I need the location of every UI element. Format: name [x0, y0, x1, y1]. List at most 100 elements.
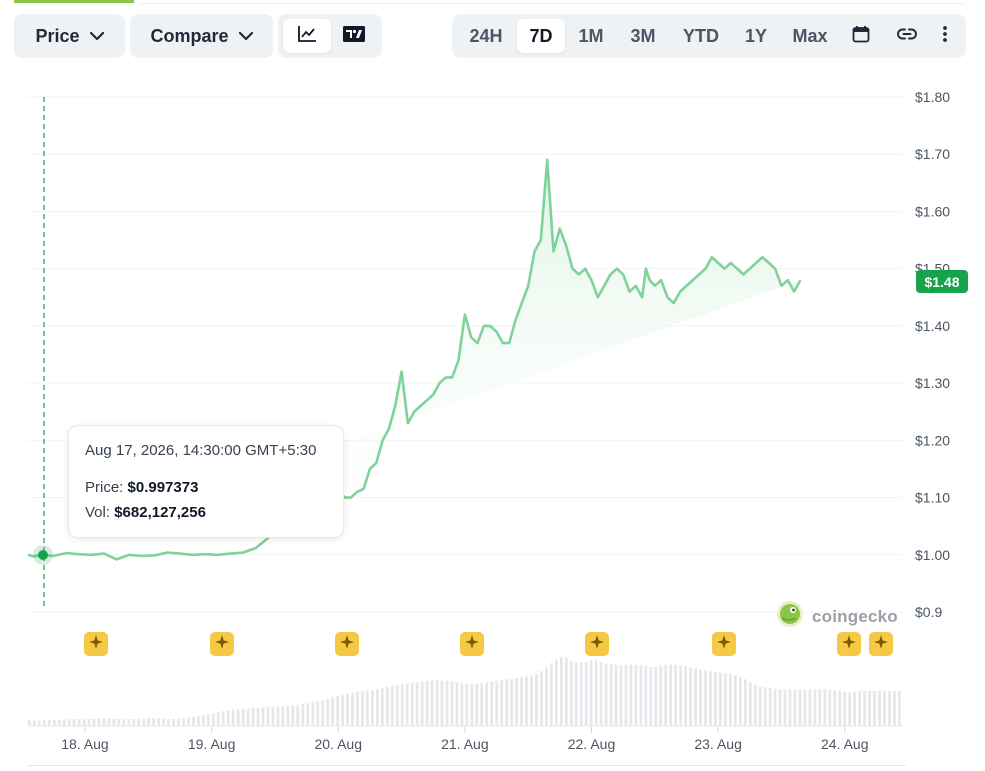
y-tick-label: $1.40: [915, 318, 950, 334]
volume-bar: [371, 690, 374, 726]
event-marker[interactable]: [869, 632, 893, 656]
volume-bar: [42, 720, 46, 726]
volume-bar: [719, 672, 722, 726]
sparkle-icon: [874, 634, 888, 654]
volume-bar: [366, 690, 369, 726]
volume-bar: [738, 676, 742, 726]
volume-bar: [202, 715, 205, 726]
volume-bar: [858, 691, 861, 726]
tooltip-volume-row: Vol: $682,127,256: [85, 504, 327, 521]
volume-bar: [112, 718, 116, 726]
sparkle-icon: [465, 634, 479, 654]
volume-bar: [455, 682, 459, 726]
sparkle-icon: [842, 634, 856, 654]
price-tooltip: Aug 17, 2026, 14:30:00 GMT+5:30 Price: $…: [68, 425, 344, 538]
volume-bar: [674, 664, 678, 726]
volume-bar: [624, 665, 628, 726]
volume-bar: [117, 719, 121, 726]
volume-bar: [226, 710, 230, 726]
volume-bar: [535, 673, 538, 726]
volume-bar: [500, 680, 504, 726]
volume-bar: [540, 671, 543, 726]
volume-bar: [803, 689, 807, 726]
tooltip-volume-value: $682,127,256: [114, 504, 206, 521]
event-marker[interactable]: [84, 632, 108, 656]
volume-bar: [604, 663, 608, 726]
tooltip-volume-label: Vol:: [85, 504, 111, 521]
volume-bar: [251, 708, 255, 726]
volume-bar: [743, 679, 747, 726]
volume-bar: [684, 666, 687, 726]
volume-bar: [440, 680, 444, 726]
volume-bar: [490, 681, 494, 726]
volume-bar: [525, 676, 528, 726]
current-price-badge: $1.48: [916, 270, 968, 293]
y-tick-label: $1.20: [915, 432, 950, 448]
event-marker[interactable]: [210, 632, 234, 656]
volume-bar: [813, 689, 817, 726]
volume-bar: [380, 688, 384, 726]
volume-bar: [261, 707, 265, 726]
price-chart[interactable]: $1.80$1.70$1.60$1.50$1.40$1.30$1.20$1.10…: [0, 0, 985, 771]
volume-bar: [788, 689, 792, 726]
volume-bar: [848, 692, 852, 726]
x-tick-label: 22. Aug: [568, 736, 616, 752]
tooltip-price-row: Price: $0.997373: [85, 479, 327, 496]
x-tick-label: 20. Aug: [314, 736, 362, 752]
volume-bar: [753, 684, 757, 726]
volume-bar: [778, 689, 782, 726]
event-marker[interactable]: [837, 632, 861, 656]
volume-bar: [763, 687, 767, 726]
volume-bar: [177, 718, 180, 726]
volume-bar: [460, 683, 464, 726]
volume-bar: [341, 695, 344, 726]
volume-bar: [395, 685, 399, 726]
event-marker[interactable]: [585, 632, 609, 656]
volume-bar: [808, 689, 812, 726]
volume-bar: [470, 684, 474, 726]
volume-bar: [206, 714, 210, 726]
volume-bar: [709, 671, 712, 726]
chart-bottom-border: [28, 765, 906, 766]
volume-bar: [410, 682, 414, 726]
volume-bar: [82, 719, 86, 726]
volume-bar: [783, 689, 787, 726]
volume-bar: [281, 706, 285, 726]
x-tick-label: 18. Aug: [61, 736, 109, 752]
sparkle-icon: [340, 634, 354, 654]
volume-bar: [798, 689, 802, 726]
volume-bar: [594, 660, 598, 726]
volume-bar: [306, 703, 310, 726]
coingecko-logo-icon: [776, 600, 804, 633]
volume-bar: [102, 718, 106, 726]
volume-bar: [311, 702, 315, 726]
volume-bar: [167, 719, 170, 726]
volume-bar: [316, 701, 320, 726]
volume-bar: [510, 678, 513, 726]
volume-bar: [445, 680, 449, 726]
sparkle-icon: [590, 634, 604, 654]
volume-bar: [639, 665, 643, 726]
event-marker[interactable]: [712, 632, 736, 656]
volume-bar: [773, 688, 777, 726]
volume-bar: [425, 680, 429, 726]
y-tick-label: $1.00: [915, 547, 950, 563]
volume-bar: [271, 706, 275, 726]
volume-bar: [689, 667, 692, 726]
volume-bar: [554, 659, 558, 726]
volume-bar: [888, 691, 891, 726]
volume-bar: [276, 706, 280, 726]
volume-bar: [37, 720, 41, 726]
volume-bar: [545, 667, 548, 726]
volume-bar: [415, 682, 419, 726]
volume-bar: [107, 718, 111, 726]
y-tick-label: $1.60: [915, 203, 950, 219]
volume-bar: [221, 711, 225, 726]
event-marker[interactable]: [460, 632, 484, 656]
hover-point: [38, 550, 48, 560]
volume-bar: [192, 716, 195, 726]
tooltip-price-label: Price:: [85, 479, 124, 496]
event-marker[interactable]: [335, 632, 359, 656]
volume-bar: [654, 666, 658, 726]
volume-bar: [72, 719, 76, 726]
